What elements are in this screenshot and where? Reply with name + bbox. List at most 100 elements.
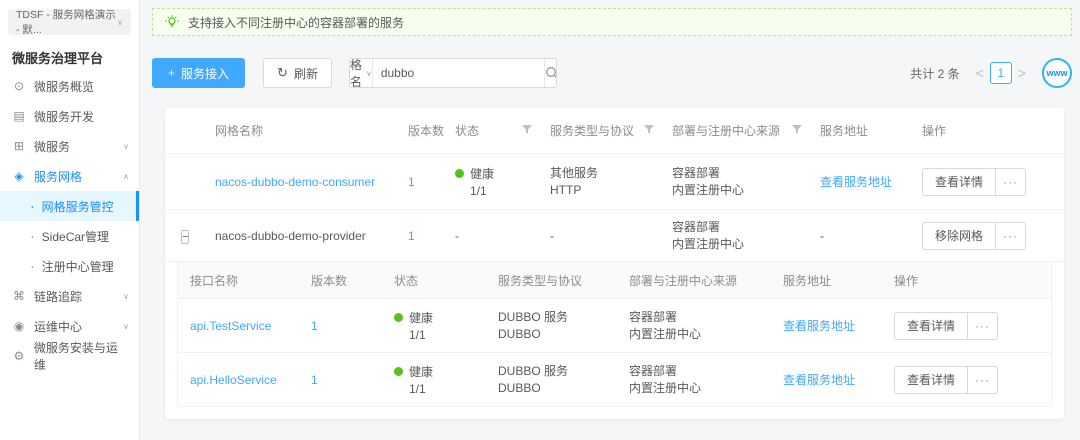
sidebar-item-microservice[interactable]: ⊞ 微服务 ∨ (0, 131, 139, 161)
bullet-icon: · (30, 228, 35, 244)
sidebar-item-label: 注册中心管理 (41, 259, 114, 274)
overview-icon: ⊙ (13, 79, 25, 93)
sidebar-item-ops[interactable]: ◉ 运维中心 ∨ (0, 311, 139, 341)
col-service-address: 服务地址 (820, 124, 869, 138)
more-actions-button[interactable]: ··· (968, 311, 999, 340)
view-detail-button[interactable]: 查看详情 (894, 311, 969, 340)
status-healthy-dot (455, 169, 464, 178)
search-input[interactable] (372, 59, 544, 87)
service-type-cell: DUBBO 服务 DUBBO (498, 363, 569, 395)
sub-table-row: api.HelloService 1 健康 1/1 DUBBO 服务 DUBBO… (178, 352, 1051, 406)
more-actions-button[interactable]: ··· (996, 167, 1027, 196)
row-actions: 查看详情 ··· (894, 311, 1039, 340)
col-deploy-source: 部署与注册中心来源 (629, 273, 738, 288)
sidebar-item-service-mesh[interactable]: ◈ 服务网格 ∧ (0, 161, 139, 191)
lightbulb-icon (165, 15, 179, 27)
sidebar-item-label: 服务网格 (34, 169, 83, 184)
sidebar-item-mesh-service-control[interactable]: · 网格服务管控 (0, 191, 139, 221)
search-field-label: 网格名称 (349, 58, 362, 88)
sidebar-item-trace[interactable]: ⌘ 链路追踪 ∨ (0, 281, 139, 311)
interface-name-link[interactable]: api.TestService (190, 319, 271, 333)
filter-icon[interactable] (522, 124, 532, 138)
deploy-source-cell: 容器部署 内置注册中心 (672, 165, 745, 197)
row-actions: 查看详情 ··· (922, 167, 1048, 196)
view-address-link[interactable]: 查看服务地址 (783, 319, 855, 333)
search-button[interactable] (543, 59, 556, 87)
view-detail-button[interactable]: 查看详情 (894, 365, 969, 394)
col-deploy-source: 部署与注册中心来源 (672, 122, 820, 139)
sidebar-item-label: 运维中心 (34, 319, 83, 334)
row-actions: 查看详情 ··· (894, 365, 1039, 394)
tip-text: 支持接入不同注册中心的容器部署的服务 (188, 15, 405, 30)
deploy-source-cell: 容器部署 内置注册中心 (629, 309, 702, 341)
plus-icon: + (168, 66, 176, 80)
more-actions-button[interactable]: ··· (968, 365, 999, 394)
service-type-cell: 其他服务 HTTP (550, 165, 599, 197)
refresh-icon: ↻ (277, 65, 288, 80)
service-type-cell: DUBBO 服务 DUBBO (498, 309, 569, 341)
sidebar-item-install[interactable]: ⚙ 微服务安装与运维 (0, 341, 139, 372)
col-status: 状态 (394, 273, 419, 288)
view-detail-button[interactable]: 查看详情 (922, 167, 997, 196)
chevron-down-icon: ∨ (123, 321, 129, 331)
status-cell: 健康 1/1 (394, 309, 498, 342)
workspace-selector[interactable]: TDSF - 服务网格演示 - 默... ∨ (8, 9, 131, 36)
col-service-type: 服务类型与协议 (498, 273, 583, 288)
service-table-card: 网格名称 版本数 状态 服务类型与协议 部署与注册中心来源 服务地址 操作 na… (165, 108, 1064, 419)
develop-icon: ▤ (13, 109, 25, 123)
col-actions: 操作 (922, 124, 947, 138)
mesh-name-link[interactable]: nacos-dubbo-demo-consumer (215, 175, 375, 189)
sub-table-row: api.TestService 1 健康 1/1 DUBBO 服务 DUBBO … (178, 298, 1051, 352)
chevron-down-icon: ∨ (117, 17, 123, 27)
interface-name-link[interactable]: api.HelloService (190, 373, 277, 387)
sidebar-item-label: 微服务概览 (34, 79, 95, 94)
status-healthy-dot (394, 313, 403, 322)
sidebar-item-label: 链路追踪 (34, 289, 83, 304)
view-address-link[interactable]: 查看服务地址 (820, 175, 892, 189)
refresh-label: 刷新 (293, 66, 318, 81)
table-row: − nacos-dubbo-demo-provider 1 - - 容器部署 内… (165, 210, 1064, 262)
chevron-down-icon: ∨ (123, 141, 129, 151)
sidebar-item-develop[interactable]: ▤ 微服务开发 (0, 101, 139, 131)
www-widget[interactable]: www (1042, 58, 1072, 88)
versions-link[interactable]: 1 (408, 229, 415, 243)
versions-link[interactable]: 1 (311, 373, 318, 387)
filter-icon[interactable] (792, 124, 802, 138)
next-page-icon[interactable]: > (1012, 65, 1032, 81)
versions-link[interactable]: 1 (311, 319, 318, 333)
status-label: 健康 (409, 365, 434, 379)
sidebar-item-sidecar[interactable]: · SideCar管理 (0, 221, 139, 251)
remove-mesh-button[interactable]: 移除网格 (922, 221, 997, 250)
workspace-label: TDSF - 服务网格演示 - 默... (16, 9, 116, 36)
chevron-down-icon: ∨ (365, 68, 372, 78)
more-actions-button[interactable]: ··· (996, 221, 1027, 250)
microservice-icon: ⊞ (13, 139, 25, 153)
col-service-address: 服务地址 (783, 273, 832, 288)
sidebar-item-overview[interactable]: ⊙ 微服务概览 (0, 71, 139, 101)
sidebar-item-label: 网格服务管控 (41, 199, 114, 214)
sidebar-item-label: 微服务开发 (34, 109, 95, 124)
sidebar-item-registry[interactable]: · 注册中心管理 (0, 251, 139, 281)
filter-icon[interactable] (644, 124, 654, 138)
prev-page-icon[interactable]: < (970, 65, 990, 81)
status-cell: 健康 1/1 (394, 363, 498, 396)
refresh-button[interactable]: ↻ 刷新 (263, 58, 332, 88)
service-access-button[interactable]: + 服务接入 (152, 58, 246, 88)
table-row: nacos-dubbo-demo-consumer 1 健康 1/1 其他服务 … (165, 154, 1064, 210)
status-healthy-dot (394, 367, 403, 376)
collapse-row-icon[interactable]: − (181, 229, 190, 244)
versions-link[interactable]: 1 (408, 175, 415, 189)
search-field-select[interactable]: 网格名称 ∨ (350, 59, 373, 87)
sidebar-item-label: 微服务 (34, 139, 71, 154)
status-ratio: 1/1 (409, 328, 426, 342)
status-label: 健康 (470, 167, 495, 181)
bullet-icon: · (30, 258, 35, 274)
status-label: 健康 (409, 311, 434, 325)
view-address-link[interactable]: 查看服务地址 (783, 373, 855, 387)
page-number[interactable]: 1 (989, 62, 1012, 84)
col-interface-name: 接口名称 (190, 273, 239, 288)
status-cell: 健康 1/1 (455, 165, 550, 198)
ops-icon: ◉ (13, 319, 25, 333)
search-icon (545, 67, 556, 79)
col-mesh-name: 网格名称 (215, 124, 264, 138)
